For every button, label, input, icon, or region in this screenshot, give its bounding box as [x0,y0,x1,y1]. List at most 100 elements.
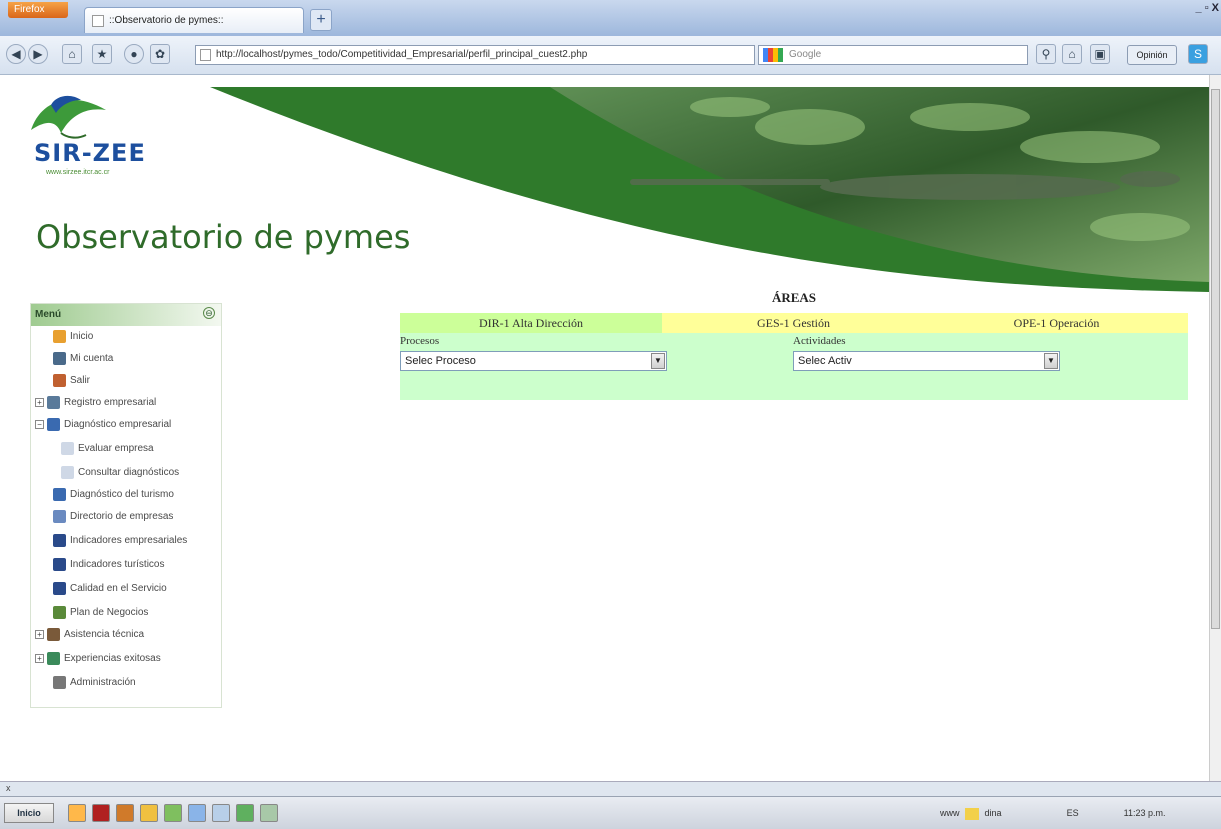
menu-item-label: Administración [70,677,136,688]
back-icon[interactable]: ◀ [6,44,26,64]
menu-item[interactable]: Mi cuenta [53,348,113,370]
books-icon [53,533,66,547]
area-tab-ges[interactable]: GES-1 Gestión [662,313,925,333]
menu-item-label: Diagnóstico del turismo [70,489,174,500]
expand-toggle-icon[interactable]: + [35,653,44,663]
start-button[interactable]: Inicio [4,803,54,823]
firefox-taskbar-icon[interactable] [116,804,134,822]
search-engine-icon[interactable] [763,48,783,62]
sidebar-menu: Menú ⊖ Inicio Mi cuenta Salir + Registro emp… [30,303,222,708]
skype-icon[interactable]: S [1188,44,1208,64]
menu-item[interactable]: Diagnóstico del turismo [53,484,174,506]
document-icon [61,465,74,479]
browser-title-bar: Firefox ::Observatorio de pymes:: + _ ▫ … [0,0,1221,36]
register-icon [47,395,60,409]
actividades-value: Selec Activ [798,355,852,367]
window-controls[interactable]: _ ▫ X [1196,2,1219,14]
menu-item-label: Mi cuenta [70,353,114,364]
menu-item[interactable]: Evaluar empresa [61,438,154,460]
areas-tabs: DIR-1 Alta Dirección GES-1 Gestión OPE-1… [400,313,1188,333]
url-text: http://localhost/pymes_todo/Competitivid… [216,49,588,60]
menu-title: Menú [35,309,62,320]
success-icon [47,651,60,665]
clock[interactable]: 11:23 p.m. [1124,808,1166,818]
books-icon [53,581,66,595]
page-scrollbar[interactable] [1209,75,1221,781]
taskbar-app-icon[interactable] [68,804,86,822]
menu-item-label: Calidad en el Servicio [70,583,167,594]
bookmark-icon[interactable]: ★ [92,44,112,64]
menu-item[interactable]: Inicio [53,326,93,348]
taskbar: Inicio www dina ES 11:23 p.m. [0,796,1221,829]
addon-icon[interactable]: ✿ [150,44,170,64]
menu-item[interactable]: Administración [53,672,136,694]
taskbar-app-icon[interactable] [140,804,158,822]
browser-tab[interactable]: ::Observatorio de pymes:: [84,7,304,33]
area-tab-ope[interactable]: OPE-1 Operación [925,313,1188,333]
menu-item-label: Experiencias exitosas [64,653,161,664]
menu-collapse-icon[interactable]: ⊖ [203,307,215,319]
admin-icon [53,675,66,689]
menu-item[interactable]: Indicadores turísticos [53,554,165,576]
plan-icon [53,605,66,619]
area-tab-dir[interactable]: DIR-1 Alta Dirección [400,313,662,333]
language-indicator[interactable]: ES [1067,808,1079,818]
actividades-select[interactable]: Selec Activ ▼ [793,351,1060,371]
tray-text: www [940,808,960,818]
folder-icon[interactable] [965,807,980,820]
toolbar-icon[interactable]: ▣ [1090,44,1110,64]
taskbar-app-icon[interactable] [212,804,230,822]
books-icon [53,557,66,571]
menu-item[interactable]: + Registro empresarial [35,392,156,414]
assistance-icon [47,627,60,641]
home-page-icon[interactable]: ⌂ [62,44,82,64]
page-icon [200,49,211,61]
home-icon [53,329,66,343]
chevron-down-icon[interactable]: ▼ [1044,353,1058,369]
word-taskbar-icon[interactable] [188,804,206,822]
banner-header [210,87,1209,292]
taskbar-app-icon[interactable] [260,804,278,822]
menu-item-label: Directorio de empresas [70,511,174,522]
menu-item-label: Salir [70,375,91,386]
status-close[interactable]: x [6,783,11,793]
menu-item[interactable]: Salir [53,370,90,392]
scroll-thumb[interactable] [1211,89,1220,629]
chevron-down-icon[interactable]: ▼ [651,353,665,369]
menu-item-label: Indicadores empresariales [70,535,188,546]
expand-toggle-icon[interactable]: − [35,419,44,429]
menu-item[interactable]: Calidad en el Servicio [53,578,167,600]
menu-item[interactable]: Directorio de empresas [53,506,173,528]
menu-item-label: Inicio [70,331,94,342]
logo-bird-icon [31,95,106,139]
firefox-menu-button[interactable]: Firefox [8,2,68,18]
menu-item[interactable]: Consultar diagnósticos [61,462,179,484]
expand-toggle-icon[interactable]: + [35,397,44,407]
excel-taskbar-icon[interactable] [236,804,254,822]
forward-icon[interactable]: ▶ [28,44,48,64]
globe-icon[interactable]: ● [124,44,144,64]
menu-item[interactable]: Indicadores empresariales [53,530,187,552]
taskbar-app-icon[interactable] [164,804,182,822]
menu-item-label: Indicadores turísticos [70,559,165,570]
menu-item-label: Diagnóstico empresarial [64,419,172,430]
opinion-button[interactable]: Opinión [1127,45,1177,65]
search-icon[interactable]: ⚲ [1036,44,1056,64]
menu-item[interactable]: + Asistencia técnica [35,624,144,646]
home-icon[interactable]: ⌂ [1062,44,1082,64]
tab-title: ::Observatorio de pymes:: [109,15,224,26]
new-tab-button[interactable]: + [310,9,332,31]
selection-panel: Procesos Selec Proceso ▼ Actividades Sel… [400,333,1188,400]
directory-icon [53,509,66,523]
search-input[interactable]: Google [758,45,1028,65]
menu-item[interactable]: − Diagnóstico empresarial [35,414,171,436]
taskbar-app-icon[interactable] [92,804,110,822]
menu-item[interactable]: Plan de Negocios [53,602,148,624]
url-bar[interactable]: http://localhost/pymes_todo/Competitivid… [195,45,755,65]
procesos-select[interactable]: Selec Proceso ▼ [400,351,667,371]
menu-item[interactable]: + Experiencias exitosas [35,648,161,670]
menu-item-label: Registro empresarial [64,397,157,408]
diagnosis-icon [53,487,66,501]
actividades-label: Actividades [793,335,846,347]
expand-toggle-icon[interactable]: + [35,629,44,639]
